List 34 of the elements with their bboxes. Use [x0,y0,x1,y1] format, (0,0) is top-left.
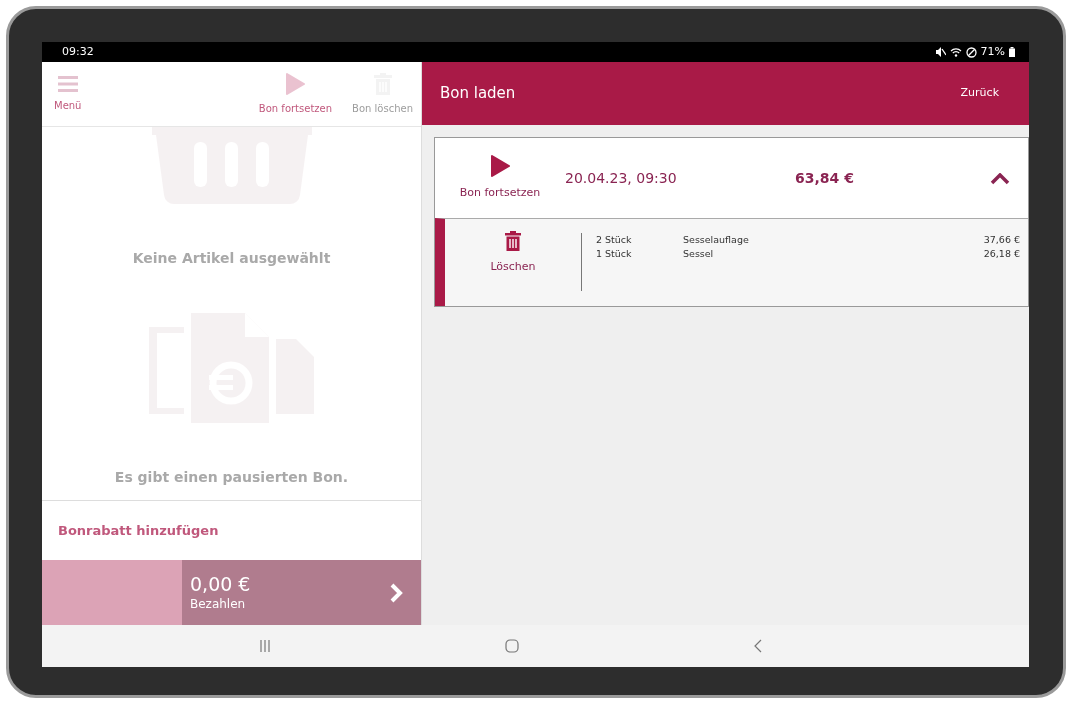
blocked-icon [965,46,977,58]
play-icon [490,154,510,177]
trash-icon [505,231,521,251]
pay-button[interactable]: 0,00 € Bezahlen [182,560,421,625]
chevron-up-icon [990,172,1010,185]
item-name: Sesselauflage [683,233,750,247]
basket-icon [151,127,312,204]
back-button[interactable]: Zurück [954,84,1005,103]
delete-button[interactable]: Löschen [445,219,581,306]
wifi-icon [949,47,962,57]
item-quantity: 2 Stück [596,233,633,247]
add-discount-link[interactable]: Bonrabatt hinzufügen [58,520,219,541]
chevron-right-icon [389,581,403,604]
mute-icon [934,47,946,57]
receipt-date: 20.04.23, 09:30 [565,168,678,188]
home-icon[interactable] [505,639,520,653]
play-icon [285,72,306,95]
paused-receipt-message: Es gibt einen pausierten Bon. [114,468,349,487]
item-quantity: 1 Stück [596,247,633,262]
toolbar-button[interactable]: Bon fortsetzen [258,72,333,116]
item-name: Sessel [683,247,715,262]
receipt-total: 63,84 € [795,168,855,188]
battery-percent: 71% [980,43,1005,60]
empty-cart-message: Keine Artikel ausgewählt [132,249,331,268]
back-nav-icon[interactable] [753,639,762,653]
status-time: 09:32 [62,43,94,60]
page-title: Bon laden [440,83,516,105]
menu-icon [57,75,78,92]
item-price: 26,18 € [983,247,1020,262]
item-price: 37,66 € [983,233,1020,247]
resume-button[interactable]: Bon fortsetzen [435,153,565,203]
battery-icon [1009,47,1015,57]
menu-button[interactable]: Menü [54,75,82,113]
recent-apps-icon[interactable] [259,640,272,652]
